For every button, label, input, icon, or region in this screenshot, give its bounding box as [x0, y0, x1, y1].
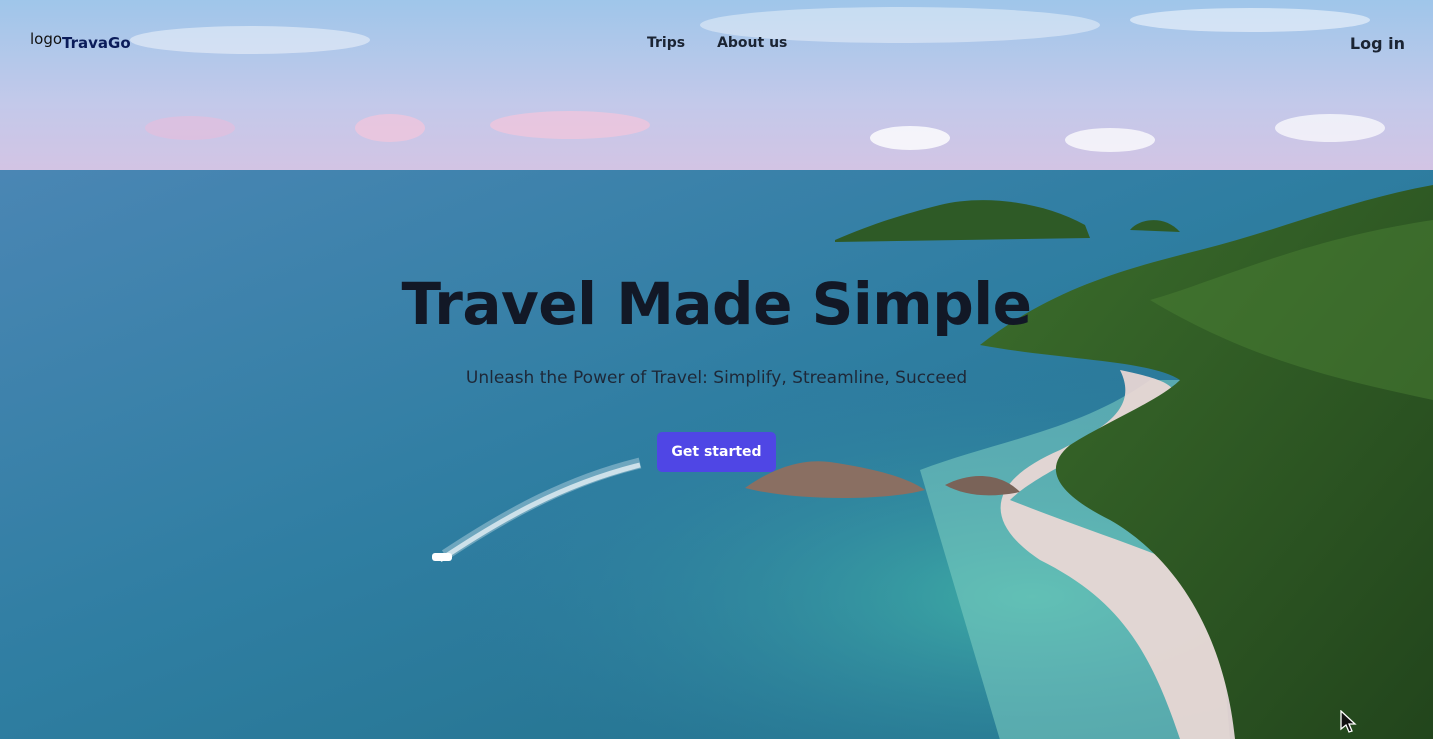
hero-subtitle: Unleash the Power of Travel: Simplify, S…: [465, 368, 968, 388]
brand-logo[interactable]: logo TravaGo: [30, 30, 131, 52]
get-started-button[interactable]: Get started: [657, 432, 776, 472]
hero-section: Travel Made Simple Unleash the Power of …: [0, 270, 1433, 472]
brand-name[interactable]: TravaGo: [62, 34, 131, 52]
hero-title: Travel Made Simple: [401, 270, 1032, 338]
nav-item-trips[interactable]: Trips: [647, 35, 685, 51]
login-link[interactable]: Log in: [1350, 34, 1405, 53]
logo-image-alt-text: logo: [30, 30, 63, 48]
top-navigation-bar: logo TravaGo Trips About us Log in: [0, 0, 1433, 88]
nav-item-about-us[interactable]: About us: [717, 35, 787, 51]
mouse-pointer-icon: [1340, 709, 1358, 738]
main-nav: Trips About us: [647, 35, 819, 51]
